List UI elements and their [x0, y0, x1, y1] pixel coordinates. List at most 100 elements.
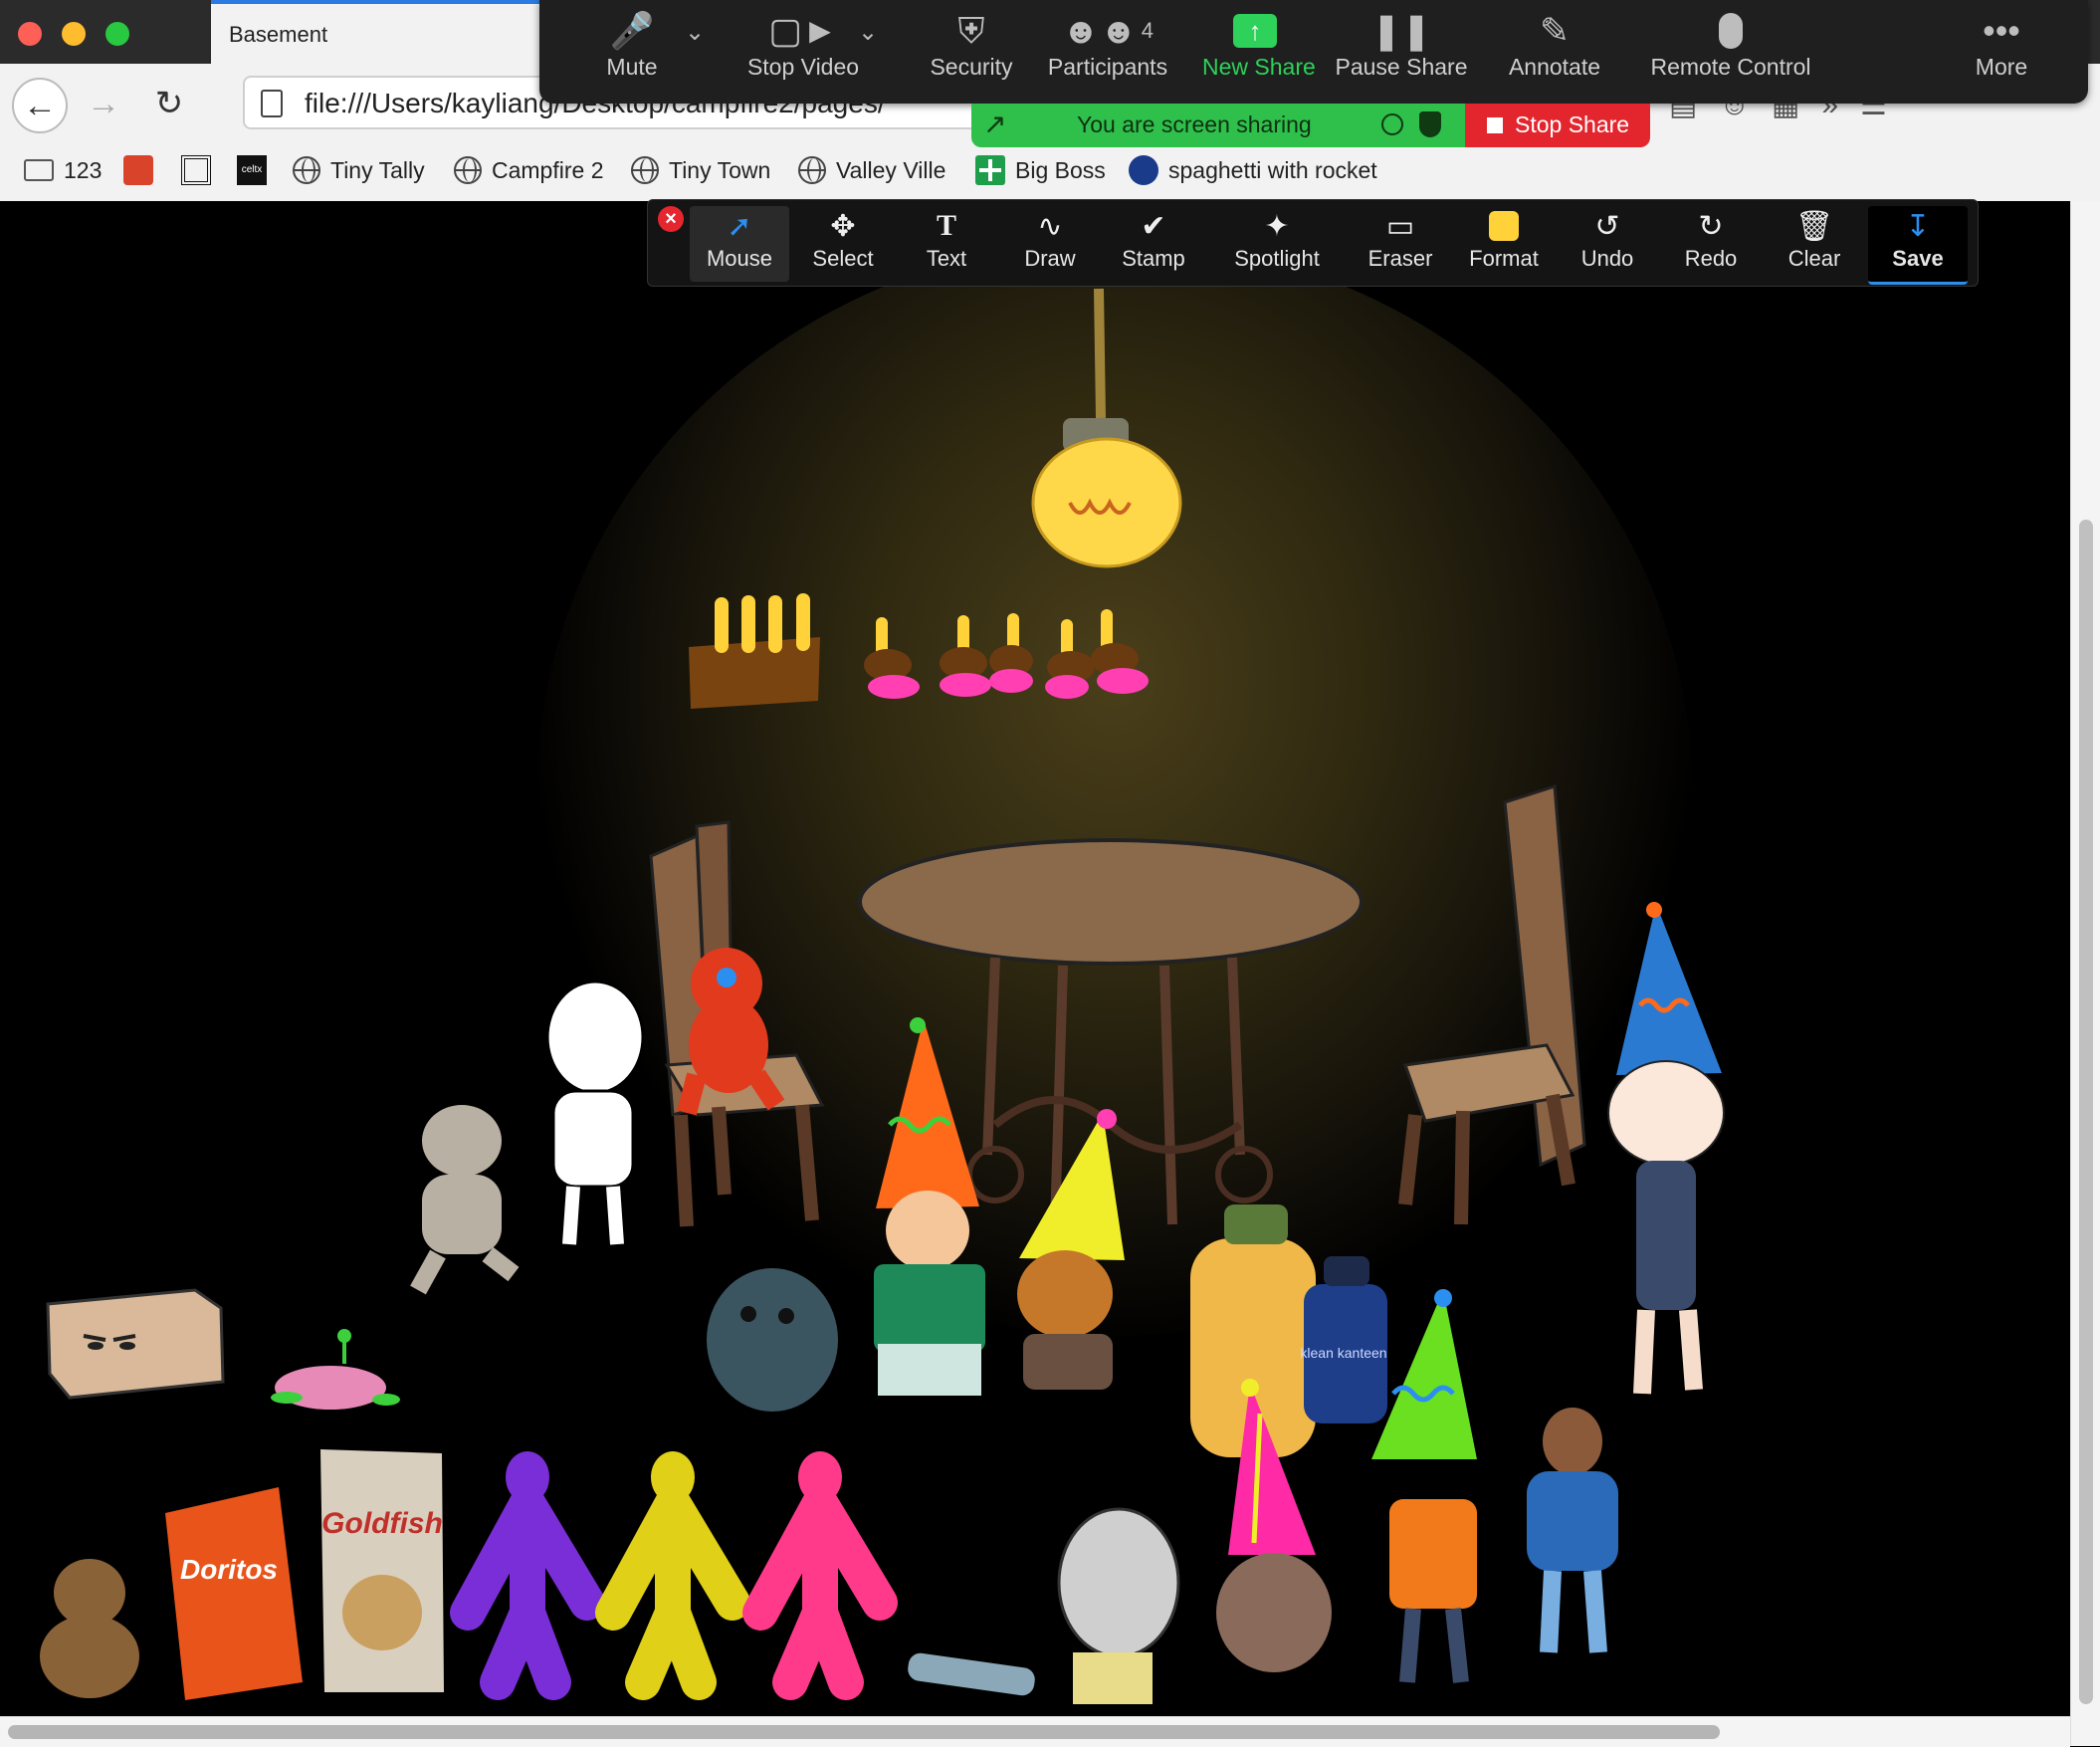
stop-video-button[interactable]: ▢► Stop Video	[738, 8, 868, 98]
share-arrow-icon: ↗	[983, 109, 1007, 139]
bookmark-fox[interactable]	[123, 153, 153, 187]
pencil-icon: ✎	[1539, 10, 1571, 51]
bottle-label: klean kanteen	[1300, 1345, 1386, 1361]
celtx-favicon: celtx	[237, 155, 267, 185]
pause-share-button[interactable]: ❚❚ Pause Share	[1334, 8, 1469, 98]
horizontal-scrollbar[interactable]	[0, 1716, 2070, 1747]
globe-icon	[631, 156, 659, 184]
cupcakes	[864, 609, 1149, 699]
bookmark-label: spaghetti with rocket	[1168, 156, 1377, 183]
pink-figure	[742, 1451, 898, 1700]
globe-icon	[798, 156, 826, 184]
right-chair	[1398, 783, 1586, 1225]
forward-button[interactable]: →	[78, 78, 129, 129]
color-square-icon	[1489, 211, 1519, 241]
bookmark-valley-ville[interactable]: Valley Ville	[798, 153, 945, 187]
sheets-icon	[975, 155, 1005, 185]
yellow-hat-figure	[1017, 1109, 1125, 1390]
back-arrow-icon: ←	[23, 86, 57, 124]
text-tool-button[interactable]: T Text	[897, 206, 996, 282]
pause-icon: ❚❚	[1370, 10, 1432, 51]
save-download-icon: ↧	[1905, 209, 1931, 243]
undo-icon: ↺	[1594, 209, 1620, 243]
draw-tool-button[interactable]: ∿ Draw	[1000, 206, 1100, 282]
yellow-figure	[595, 1451, 750, 1700]
security-button[interactable]: ⛨ Security	[914, 8, 1029, 98]
bookmark-label: Campfire 2	[492, 156, 604, 183]
vertical-scroll-thumb[interactable]	[2079, 520, 2093, 1704]
trash-icon: 🗑	[1794, 209, 1834, 243]
mute-button[interactable]: 🎤 Mute	[577, 8, 687, 98]
stamp-tool-button[interactable]: ✔ Stamp	[1104, 206, 1203, 282]
mute-options-chevron[interactable]: ⌄	[685, 18, 705, 47]
stop-share-button[interactable]: Stop Share	[1465, 104, 1650, 147]
bookmark-square[interactable]	[181, 153, 211, 187]
bookmark-label: Big Boss	[1015, 156, 1106, 183]
back-button[interactable]: ←	[12, 78, 68, 133]
redo-button[interactable]: ↻ Redo	[1661, 206, 1761, 282]
blue-hat-girl	[1607, 902, 1725, 1395]
glasses-kid	[1527, 1408, 1618, 1653]
magic-wand-icon: ✦	[1264, 209, 1290, 243]
close-window-button[interactable]	[18, 22, 42, 46]
eraser-tool-button[interactable]: ▭ Eraser	[1351, 206, 1450, 282]
spotlight-tool-button[interactable]: ✦ Spotlight	[1217, 206, 1337, 282]
sharing-indicator[interactable]: ↗ You are screen sharing	[971, 104, 1465, 147]
goldfish-bag: Goldfish	[320, 1449, 444, 1692]
checkmark-icon: ✔	[1141, 209, 1166, 243]
shield-icon: ⛨	[957, 9, 985, 51]
bookmark-folder-123[interactable]: 123	[24, 153, 102, 187]
globe-icon	[454, 156, 482, 184]
video-options-chevron[interactable]: ⌄	[858, 18, 878, 47]
annotate-button[interactable]: ✎ Annotate	[1501, 8, 1608, 98]
remote-control-button[interactable]: Remote Control	[1642, 8, 1819, 98]
globe-icon	[293, 156, 320, 184]
bookmark-label: Valley Ville	[836, 156, 946, 183]
microphone-icon: 🎤	[609, 10, 655, 51]
more-button[interactable]: ••• More	[1961, 8, 2042, 98]
doritos-bag: Doritos	[165, 1487, 303, 1700]
close-annotation-button[interactable]: ×	[658, 206, 684, 232]
zoom-meeting-controls: 🎤 Mute ⌄ ▢► Stop Video ⌄ ⛨ Security ☻☻ 4 …	[539, 0, 2088, 104]
g-icon	[1129, 155, 1158, 185]
minimize-window-button[interactable]	[62, 22, 86, 46]
bookmark-label: Tiny Town	[669, 156, 771, 183]
screen-sharing-banner: ↗ You are screen sharing Stop Share	[971, 104, 1650, 147]
share-arrow-icon: ↑	[1233, 14, 1277, 48]
tab-basement[interactable]: Basement	[211, 0, 549, 64]
undo-button[interactable]: ↺ Undo	[1558, 206, 1657, 282]
bookmark-celtx[interactable]: celtx	[237, 153, 267, 187]
maximize-window-button[interactable]	[105, 22, 129, 46]
mouse-icon	[1719, 13, 1743, 49]
basement-scene: klean kanteen Doritos Goldfish	[0, 201, 2070, 1716]
close-icon: ×	[665, 208, 677, 230]
fox-favicon	[123, 155, 153, 185]
redo-icon: ↻	[1698, 209, 1724, 243]
forward-arrow-icon: →	[87, 84, 120, 122]
mouse-tool-button[interactable]: ➚ Mouse	[690, 206, 789, 282]
participants-icon: ☻☻	[1061, 10, 1138, 51]
bookmark-spaghetti-with-rocket[interactable]: spaghetti with rocket	[1129, 153, 1377, 187]
reload-button[interactable]: ↻	[143, 78, 195, 129]
bookmark-tiny-town[interactable]: Tiny Town	[631, 153, 770, 187]
bookmark-campfire-2[interactable]: Campfire 2	[454, 153, 603, 187]
clear-button[interactable]: 🗑 Clear	[1765, 206, 1864, 282]
bookmark-tiny-tally[interactable]: Tiny Tally	[293, 153, 425, 187]
select-tool-button[interactable]: ✥ Select	[793, 206, 893, 282]
old-man-drawing	[1057, 1507, 1180, 1704]
pink-slime	[271, 1329, 400, 1410]
vertical-scrollbar[interactable]	[2070, 201, 2100, 1746]
save-button[interactable]: ↧ Save	[1868, 206, 1968, 285]
recording-dot-icon	[1381, 113, 1403, 135]
bookmark-big-boss[interactable]: Big Boss	[975, 153, 1106, 187]
stop-square-icon	[1487, 117, 1503, 133]
format-tool-button[interactable]: Format	[1454, 206, 1554, 282]
box-face	[46, 1288, 225, 1400]
participants-button[interactable]: ☻☻ 4 Participants	[1045, 8, 1170, 98]
bookmark-label: Tiny Tally	[330, 156, 425, 183]
horizontal-scroll-thumb[interactable]	[8, 1725, 1720, 1739]
new-share-button[interactable]: ↑ New Share	[1202, 8, 1316, 98]
doll-with-party-hat	[874, 1017, 985, 1396]
eraser-icon: ▭	[1385, 209, 1415, 243]
folder-icon	[24, 159, 54, 181]
